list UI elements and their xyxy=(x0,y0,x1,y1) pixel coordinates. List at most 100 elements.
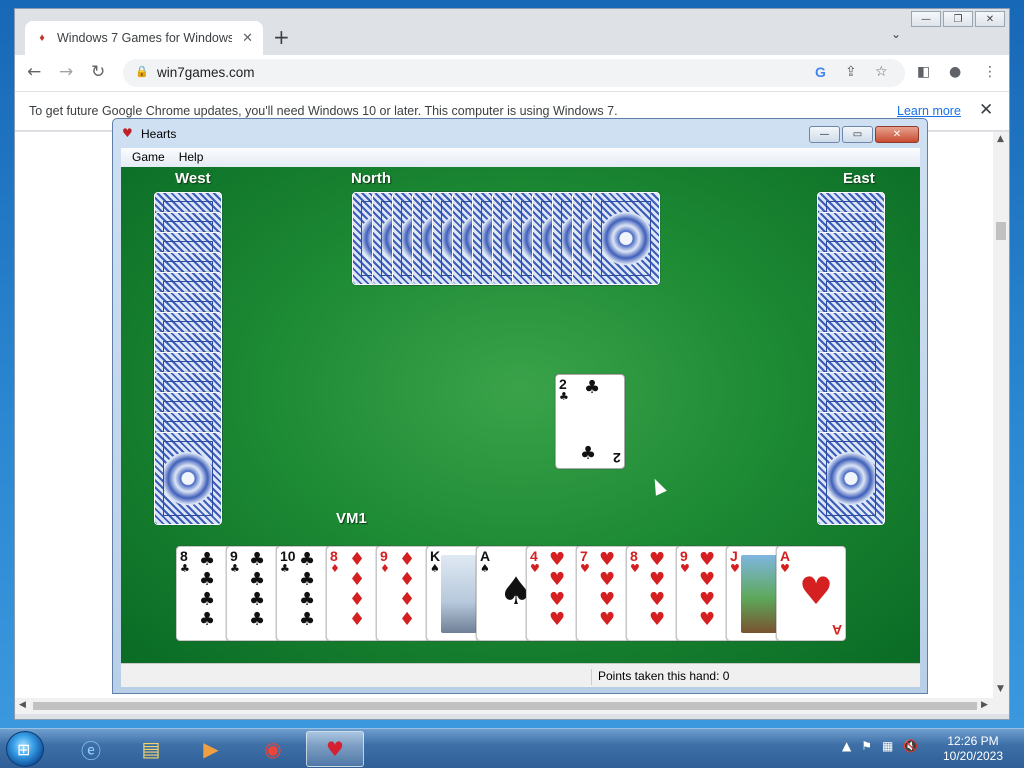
suit-pip-icon: ♥ xyxy=(699,549,716,570)
close-button[interactable]: ✕ xyxy=(975,11,1005,27)
card-suit: ♥ xyxy=(530,562,540,575)
hearts-close-button[interactable]: ✕ xyxy=(875,126,919,143)
restore-button[interactable]: ❐ xyxy=(943,11,973,27)
action-center-icon[interactable]: ⚑ xyxy=(861,739,872,753)
card-rank: 8 xyxy=(330,548,338,564)
suit-pip-icon: ♦ xyxy=(349,569,366,590)
back-button[interactable]: ← xyxy=(27,63,41,81)
card-suit: ♦ xyxy=(380,562,390,575)
hearts-taskbar-icon[interactable]: ♥ xyxy=(306,731,364,767)
network-icon[interactable]: ▦ xyxy=(882,739,893,753)
card-rank: 9 xyxy=(680,548,688,564)
card-rank: K xyxy=(430,548,441,564)
taskbar: ⊞ ⓔ ▤ ▶ ◉ ♥ ▲ ⚑ ▦ 🔇 12:26 PM 10/20/2023 xyxy=(0,728,1024,768)
minimize-button[interactable]: — xyxy=(911,11,941,27)
hearts-minimize-button[interactable]: — xyxy=(809,126,840,143)
suit-pip-icon: ♥ xyxy=(599,609,616,630)
menu-game[interactable]: Game xyxy=(125,148,172,167)
share-icon[interactable]: ⇪ xyxy=(845,64,857,80)
browser-toolbar: ← → ↻ 🔒 win7games.com G ⇪ ☆ ◧ ● ⋮ xyxy=(15,55,1009,91)
hearts-maximize-button[interactable]: ▭ xyxy=(842,126,873,143)
horizontal-scrollbar[interactable]: ◀ ▶ xyxy=(15,698,1009,714)
card-suit: ♣ xyxy=(280,562,290,575)
system-tray: ▲ ⚑ ▦ 🔇 xyxy=(842,739,918,753)
face-card-picture xyxy=(741,555,777,633)
card-suit: ♣ xyxy=(180,562,190,575)
bookmark-star-icon[interactable]: ☆ xyxy=(875,64,888,80)
volume-muted-icon[interactable]: 🔇 xyxy=(903,739,918,753)
suit-pip-icon: ♦ xyxy=(399,609,416,630)
suit-pip-icon: ♥ xyxy=(549,549,566,570)
suit-pip-icon: ♥ xyxy=(649,569,666,590)
suit-pip-icon: ♦ xyxy=(399,569,416,590)
google-lens-icon[interactable]: G xyxy=(815,64,826,80)
card-rank: A xyxy=(780,548,791,564)
hand-card[interactable]: A ♥ ♥ A xyxy=(776,546,846,641)
suit-pip-icon: ♥ xyxy=(549,569,566,590)
game-table: West North East VM1 2 ♣ ♣ ♣ 2 8 ♣ ♣ ♣ ♣ ♣ 9 ♣ ♣ ♣… xyxy=(121,167,920,663)
suit-pip-icon: ♥ xyxy=(599,569,616,590)
profile-icon[interactable]: ● xyxy=(949,64,961,80)
hearts-app-icon: ♥ xyxy=(122,126,133,140)
site-info-icon[interactable]: 🔒 xyxy=(135,65,149,78)
suit-pip-icon: ♥ xyxy=(549,589,566,610)
card-suit: ♥ xyxy=(630,562,640,575)
card-rank: 9 xyxy=(230,548,238,564)
media-player-icon[interactable]: ▶ xyxy=(182,731,240,767)
face-card-picture xyxy=(441,555,477,633)
card-rank: 8 xyxy=(180,548,188,564)
cards-favicon-icon: ♦ xyxy=(39,32,45,44)
card-rank: A xyxy=(480,548,491,564)
card-back xyxy=(817,432,885,525)
suit-pip-icon: ♣ xyxy=(249,549,266,570)
suit-pip-icon: ♣ xyxy=(199,549,216,570)
scroll-down-icon[interactable]: ▼ xyxy=(997,684,1004,694)
card-rank: 7 xyxy=(580,548,588,564)
learn-more-link[interactable]: Learn more xyxy=(897,104,961,118)
hearts-menu-bar: Game Help xyxy=(121,148,920,167)
tab-title: Windows 7 Games for Windows xyxy=(57,31,232,45)
menu-kebab-icon[interactable]: ⋮ xyxy=(983,64,997,80)
scrollbar-thumb[interactable] xyxy=(33,702,977,710)
vertical-scrollbar[interactable]: ▲ ▼ xyxy=(993,132,1009,698)
suit-pip-icon: ♣ xyxy=(199,569,216,590)
played-card: 2 ♣ ♣ ♣ 2 xyxy=(555,374,625,469)
url-text: win7games.com xyxy=(157,65,255,80)
clock-date: 10/20/2023 xyxy=(942,749,1004,763)
card-suit: ♥ xyxy=(680,562,690,575)
browser-tab[interactable]: ♦ Windows 7 Games for Windows ✕ xyxy=(25,21,263,55)
internet-explorer-icon[interactable]: ⓔ xyxy=(62,731,120,767)
hearts-window: ♥ Hearts — ▭ ✕ Game Help West North East… xyxy=(112,118,928,694)
tab-close-icon[interactable]: ✕ xyxy=(242,30,253,46)
chrome-icon[interactable]: ◉ xyxy=(244,731,302,767)
clock[interactable]: 12:26 PM 10/20/2023 xyxy=(940,734,1006,764)
card-suit: ♠ xyxy=(430,562,440,575)
suit-pip-icon: ♥ xyxy=(549,609,566,630)
new-tab-button[interactable]: + xyxy=(273,25,290,49)
infobar-close-icon[interactable]: ✕ xyxy=(979,100,993,120)
infobar-message: To get future Google Chrome updates, you… xyxy=(29,104,618,118)
suit-pip-icon: ♦ xyxy=(399,589,416,610)
card-rank: J xyxy=(730,548,738,564)
menu-help[interactable]: Help xyxy=(172,148,211,167)
address-bar[interactable]: 🔒 win7games.com G ⇪ ☆ xyxy=(123,59,905,87)
show-hidden-icons-icon[interactable]: ▲ xyxy=(842,739,851,753)
forward-button[interactable]: → xyxy=(59,63,73,81)
scroll-up-icon[interactable]: ▲ xyxy=(997,134,1004,144)
suit-pip-icon: ♦ xyxy=(349,549,366,570)
start-button[interactable]: ⊞ xyxy=(6,731,44,767)
scrollbar-thumb[interactable] xyxy=(996,222,1006,240)
side-panel-icon[interactable]: ◧ xyxy=(917,64,930,80)
hearts-window-title: Hearts xyxy=(141,127,177,141)
windows-logo-icon: ⊞ xyxy=(17,740,31,759)
reload-button[interactable]: ↻ xyxy=(91,63,105,81)
scroll-left-icon[interactable]: ◀ xyxy=(19,700,26,710)
suit-pip-icon: ♣ xyxy=(199,589,216,610)
club-pip-icon: ♣ xyxy=(584,377,601,398)
scroll-right-icon[interactable]: ▶ xyxy=(981,700,988,710)
tab-search-icon[interactable]: ⌄ xyxy=(891,27,901,41)
file-explorer-icon[interactable]: ▤ xyxy=(122,731,180,767)
suit-pip-icon: ♥ xyxy=(649,549,666,570)
suit-pip-icon: ♥ xyxy=(649,589,666,610)
card-suit: ♠ xyxy=(480,562,490,575)
